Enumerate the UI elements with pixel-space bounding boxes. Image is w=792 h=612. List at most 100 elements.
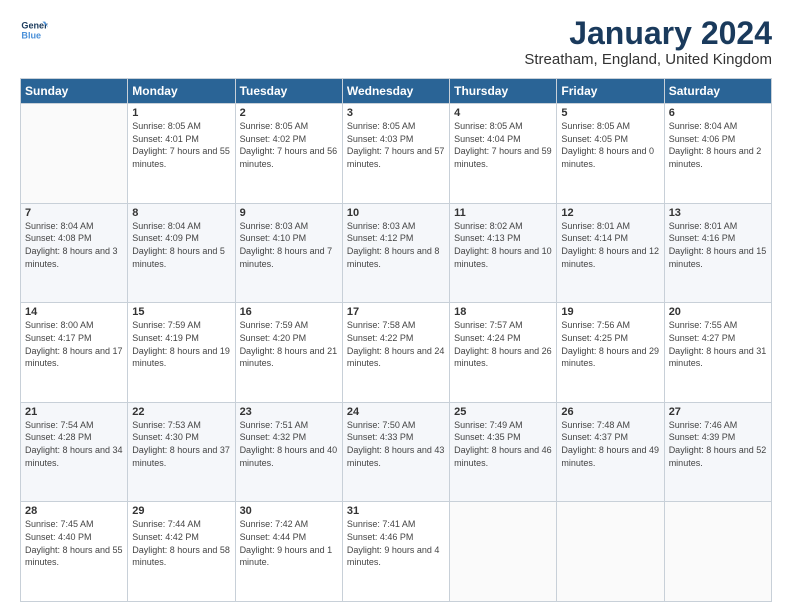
day-number: 12 [561,207,659,219]
col-tuesday: Tuesday [235,79,342,104]
day-info: Sunrise: 8:04 AMSunset: 4:08 PMDaylight:… [25,221,118,269]
table-row: 11 Sunrise: 8:02 AMSunset: 4:13 PMDaylig… [450,203,557,303]
day-number: 3 [347,107,445,119]
day-info: Sunrise: 8:05 AMSunset: 4:04 PMDaylight:… [454,121,552,169]
table-row: 9 Sunrise: 8:03 AMSunset: 4:10 PMDayligh… [235,203,342,303]
day-number: 8 [132,207,230,219]
col-sunday: Sunday [21,79,128,104]
day-info: Sunrise: 7:46 AMSunset: 4:39 PMDaylight:… [669,420,767,468]
day-info: Sunrise: 7:49 AMSunset: 4:35 PMDaylight:… [454,420,552,468]
col-wednesday: Wednesday [342,79,449,104]
day-number: 5 [561,107,659,119]
day-number: 27 [669,406,767,418]
day-info: Sunrise: 7:41 AMSunset: 4:46 PMDaylight:… [347,519,440,567]
day-number: 31 [347,505,445,517]
table-row: 7 Sunrise: 8:04 AMSunset: 4:08 PMDayligh… [21,203,128,303]
day-info: Sunrise: 7:51 AMSunset: 4:32 PMDaylight:… [240,420,338,468]
day-number: 6 [669,107,767,119]
table-row: 24 Sunrise: 7:50 AMSunset: 4:33 PMDaylig… [342,402,449,502]
table-row: 30 Sunrise: 7:42 AMSunset: 4:44 PMDaylig… [235,502,342,602]
day-number: 23 [240,406,338,418]
day-number: 22 [132,406,230,418]
table-row: 12 Sunrise: 8:01 AMSunset: 4:14 PMDaylig… [557,203,664,303]
day-info: Sunrise: 8:05 AMSunset: 4:05 PMDaylight:… [561,121,654,169]
day-info: Sunrise: 7:50 AMSunset: 4:33 PMDaylight:… [347,420,445,468]
col-monday: Monday [128,79,235,104]
table-row: 5 Sunrise: 8:05 AMSunset: 4:05 PMDayligh… [557,104,664,204]
calendar-table: Sunday Monday Tuesday Wednesday Thursday… [20,78,772,602]
day-info: Sunrise: 8:03 AMSunset: 4:12 PMDaylight:… [347,221,440,269]
table-row: 29 Sunrise: 7:44 AMSunset: 4:42 PMDaylig… [128,502,235,602]
day-info: Sunrise: 7:59 AMSunset: 4:19 PMDaylight:… [132,320,230,368]
table-row: 6 Sunrise: 8:04 AMSunset: 4:06 PMDayligh… [664,104,771,204]
day-info: Sunrise: 7:42 AMSunset: 4:44 PMDaylight:… [240,519,333,567]
day-info: Sunrise: 8:05 AMSunset: 4:01 PMDaylight:… [132,121,230,169]
table-row: 18 Sunrise: 7:57 AMSunset: 4:24 PMDaylig… [450,303,557,403]
table-row: 13 Sunrise: 8:01 AMSunset: 4:16 PMDaylig… [664,203,771,303]
day-info: Sunrise: 7:44 AMSunset: 4:42 PMDaylight:… [132,519,230,567]
day-number: 19 [561,306,659,318]
day-number: 24 [347,406,445,418]
logo-icon: General Blue [20,16,48,44]
table-row: 21 Sunrise: 7:54 AMSunset: 4:28 PMDaylig… [21,402,128,502]
page: General Blue January 2024 Streatham, Eng… [0,0,792,612]
table-row: 14 Sunrise: 8:00 AMSunset: 4:17 PMDaylig… [21,303,128,403]
day-number: 1 [132,107,230,119]
table-row: 4 Sunrise: 8:05 AMSunset: 4:04 PMDayligh… [450,104,557,204]
svg-text:Blue: Blue [21,30,41,40]
day-number: 30 [240,505,338,517]
day-number: 29 [132,505,230,517]
day-info: Sunrise: 8:01 AMSunset: 4:14 PMDaylight:… [561,221,659,269]
day-info: Sunrise: 7:48 AMSunset: 4:37 PMDaylight:… [561,420,659,468]
day-info: Sunrise: 7:58 AMSunset: 4:22 PMDaylight:… [347,320,445,368]
table-row: 16 Sunrise: 7:59 AMSunset: 4:20 PMDaylig… [235,303,342,403]
table-row [21,104,128,204]
day-number: 16 [240,306,338,318]
day-number: 9 [240,207,338,219]
day-info: Sunrise: 7:57 AMSunset: 4:24 PMDaylight:… [454,320,552,368]
table-row: 19 Sunrise: 7:56 AMSunset: 4:25 PMDaylig… [557,303,664,403]
day-info: Sunrise: 7:54 AMSunset: 4:28 PMDaylight:… [25,420,123,468]
day-info: Sunrise: 8:03 AMSunset: 4:10 PMDaylight:… [240,221,333,269]
table-row [450,502,557,602]
table-row: 23 Sunrise: 7:51 AMSunset: 4:32 PMDaylig… [235,402,342,502]
col-friday: Friday [557,79,664,104]
day-info: Sunrise: 7:59 AMSunset: 4:20 PMDaylight:… [240,320,338,368]
table-row: 10 Sunrise: 8:03 AMSunset: 4:12 PMDaylig… [342,203,449,303]
table-row: 17 Sunrise: 7:58 AMSunset: 4:22 PMDaylig… [342,303,449,403]
table-row: 25 Sunrise: 7:49 AMSunset: 4:35 PMDaylig… [450,402,557,502]
logo: General Blue [20,16,48,44]
table-row: 26 Sunrise: 7:48 AMSunset: 4:37 PMDaylig… [557,402,664,502]
table-row: 15 Sunrise: 7:59 AMSunset: 4:19 PMDaylig… [128,303,235,403]
day-info: Sunrise: 8:05 AMSunset: 4:03 PMDaylight:… [347,121,445,169]
table-row: 2 Sunrise: 8:05 AMSunset: 4:02 PMDayligh… [235,104,342,204]
header: General Blue January 2024 Streatham, Eng… [20,16,772,68]
day-number: 13 [669,207,767,219]
day-number: 28 [25,505,123,517]
day-info: Sunrise: 8:04 AMSunset: 4:09 PMDaylight:… [132,221,225,269]
day-number: 15 [132,306,230,318]
table-row: 31 Sunrise: 7:41 AMSunset: 4:46 PMDaylig… [342,502,449,602]
col-thursday: Thursday [450,79,557,104]
subtitle: Streatham, England, United Kingdom [524,51,772,68]
day-number: 18 [454,306,552,318]
table-row: 8 Sunrise: 8:04 AMSunset: 4:09 PMDayligh… [128,203,235,303]
col-saturday: Saturday [664,79,771,104]
table-row [557,502,664,602]
table-row: 1 Sunrise: 8:05 AMSunset: 4:01 PMDayligh… [128,104,235,204]
title-block: January 2024 Streatham, England, United … [524,16,772,68]
day-info: Sunrise: 7:45 AMSunset: 4:40 PMDaylight:… [25,519,123,567]
calendar-header-row: Sunday Monday Tuesday Wednesday Thursday… [21,79,772,104]
day-number: 7 [25,207,123,219]
day-info: Sunrise: 8:01 AMSunset: 4:16 PMDaylight:… [669,221,767,269]
day-number: 25 [454,406,552,418]
table-row: 3 Sunrise: 8:05 AMSunset: 4:03 PMDayligh… [342,104,449,204]
day-info: Sunrise: 8:05 AMSunset: 4:02 PMDaylight:… [240,121,338,169]
day-info: Sunrise: 7:53 AMSunset: 4:30 PMDaylight:… [132,420,230,468]
day-number: 11 [454,207,552,219]
day-info: Sunrise: 7:55 AMSunset: 4:27 PMDaylight:… [669,320,767,368]
day-info: Sunrise: 8:02 AMSunset: 4:13 PMDaylight:… [454,221,552,269]
day-info: Sunrise: 8:00 AMSunset: 4:17 PMDaylight:… [25,320,123,368]
day-number: 10 [347,207,445,219]
day-number: 17 [347,306,445,318]
